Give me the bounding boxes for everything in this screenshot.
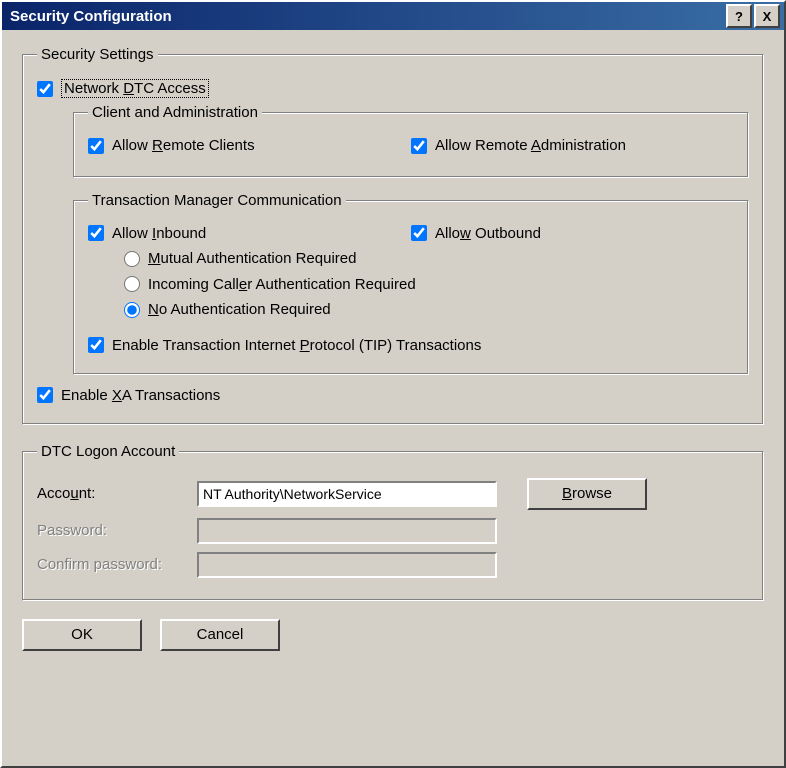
allow-inbound-label: Allow Inbound bbox=[112, 225, 206, 242]
account-label: Account: bbox=[37, 485, 197, 502]
no-auth-label: No Authentication Required bbox=[148, 301, 331, 318]
cancel-button[interactable]: Cancel bbox=[160, 619, 280, 651]
close-icon: X bbox=[763, 10, 772, 23]
enable-tip-checkbox[interactable]: Enable Transaction Internet Protocol (TI… bbox=[88, 337, 481, 354]
allow-remote-admin-checkbox[interactable]: Allow Remote Administration bbox=[411, 137, 626, 154]
dtc-logon-legend: DTC Logon Account bbox=[37, 443, 179, 460]
help-button[interactable]: ? bbox=[726, 4, 752, 28]
titlebar: Security Configuration ? X bbox=[2, 2, 784, 30]
allow-inbound-input[interactable] bbox=[88, 225, 104, 241]
dialog-body: Security Settings Network DTC Access Cli… bbox=[2, 30, 784, 665]
browse-button[interactable]: Browse bbox=[527, 478, 647, 510]
mutual-auth-radio[interactable]: Mutual Authentication Required bbox=[124, 250, 356, 267]
allow-outbound-checkbox[interactable]: Allow Outbound bbox=[411, 225, 541, 242]
mutual-auth-input[interactable] bbox=[124, 251, 140, 267]
enable-tip-label: Enable Transaction Internet Protocol (TI… bbox=[112, 337, 481, 354]
ok-button[interactable]: OK bbox=[22, 619, 142, 651]
dialog-buttons: OK Cancel bbox=[22, 619, 764, 651]
incoming-auth-input[interactable] bbox=[124, 276, 140, 292]
mutual-auth-label: Mutual Authentication Required bbox=[148, 250, 356, 267]
enable-xa-label: Enable XA Transactions bbox=[61, 387, 220, 404]
allow-remote-clients-input[interactable] bbox=[88, 138, 104, 154]
allow-remote-admin-input[interactable] bbox=[411, 138, 427, 154]
enable-xa-input[interactable] bbox=[37, 387, 53, 403]
close-button[interactable]: X bbox=[754, 4, 780, 28]
allow-remote-clients-label: Allow Remote Clients bbox=[112, 137, 255, 154]
network-dtc-access-checkbox[interactable]: Network DTC Access bbox=[37, 79, 209, 98]
no-auth-input[interactable] bbox=[124, 302, 140, 318]
account-field[interactable] bbox=[197, 481, 497, 507]
password-field bbox=[197, 518, 497, 544]
client-admin-legend: Client and Administration bbox=[88, 104, 262, 121]
dialog-window: Security Configuration ? X Security Sett… bbox=[0, 0, 786, 768]
dtc-logon-group: DTC Logon Account Account: Browse Passwo… bbox=[22, 443, 764, 601]
password-label: Password: bbox=[37, 522, 197, 539]
network-dtc-access-input[interactable] bbox=[37, 81, 53, 97]
confirm-password-label: Confirm password: bbox=[37, 556, 197, 573]
allow-remote-clients-checkbox[interactable]: Allow Remote Clients bbox=[88, 137, 255, 154]
help-icon: ? bbox=[735, 10, 743, 23]
security-settings-legend: Security Settings bbox=[37, 46, 158, 63]
tm-comm-group: Transaction Manager Communication Allow … bbox=[73, 192, 749, 375]
incoming-auth-radio[interactable]: Incoming Caller Authentication Required bbox=[124, 276, 416, 293]
network-dtc-access-label: Network DTC Access bbox=[61, 79, 209, 98]
allow-inbound-checkbox[interactable]: Allow Inbound bbox=[88, 225, 206, 242]
allow-outbound-label: Allow Outbound bbox=[435, 225, 541, 242]
enable-xa-checkbox[interactable]: Enable XA Transactions bbox=[37, 387, 220, 404]
allow-remote-admin-label: Allow Remote Administration bbox=[435, 137, 626, 154]
confirm-password-field bbox=[197, 552, 497, 578]
tm-comm-legend: Transaction Manager Communication bbox=[88, 192, 346, 209]
incoming-auth-label: Incoming Caller Authentication Required bbox=[148, 276, 416, 293]
no-auth-radio[interactable]: No Authentication Required bbox=[124, 301, 331, 318]
security-settings-group: Security Settings Network DTC Access Cli… bbox=[22, 46, 764, 425]
window-title: Security Configuration bbox=[10, 8, 724, 25]
enable-tip-input[interactable] bbox=[88, 337, 104, 353]
client-admin-group: Client and Administration Allow Remote C… bbox=[73, 104, 749, 178]
allow-outbound-input[interactable] bbox=[411, 225, 427, 241]
